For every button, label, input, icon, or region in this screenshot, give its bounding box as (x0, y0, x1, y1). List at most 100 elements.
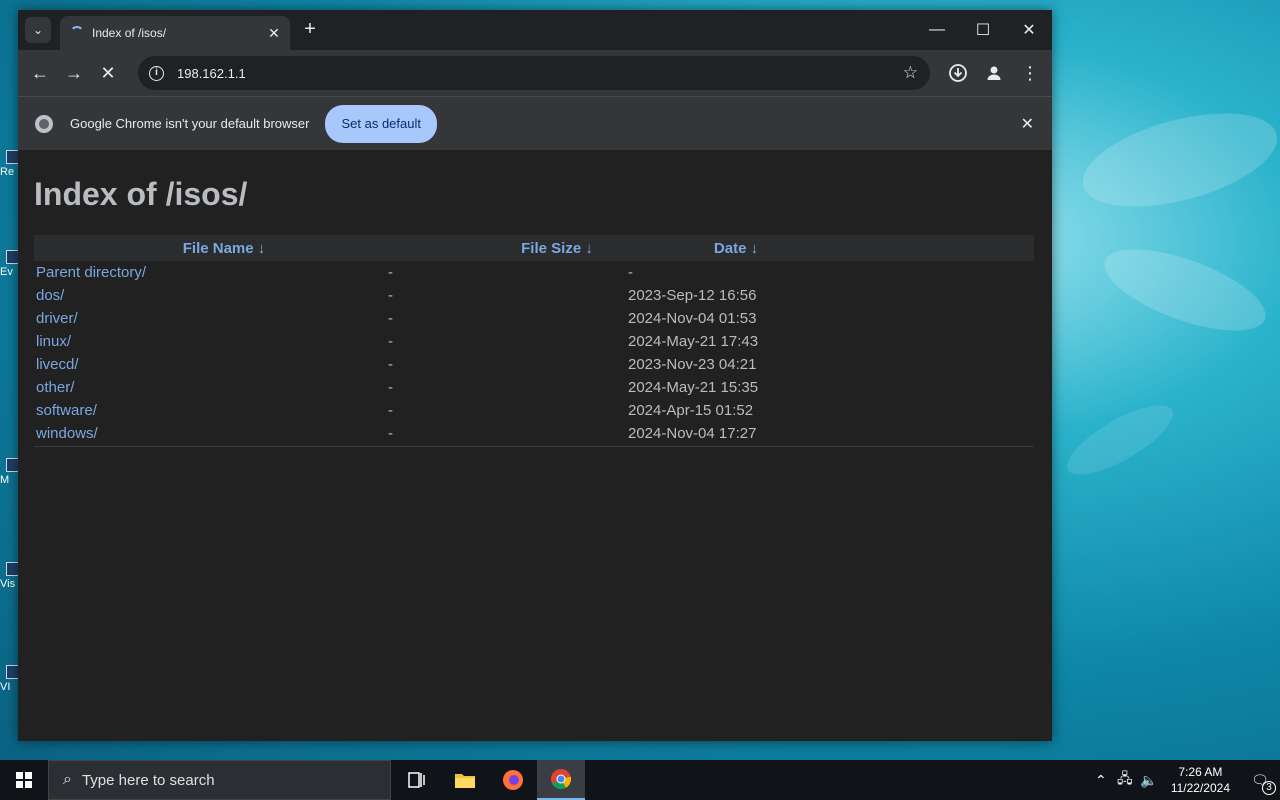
file-date: 2024-May-21 15:35 (628, 379, 759, 396)
table-row: linux/ - 2024-May-21 17:43 (34, 330, 1034, 353)
clock-time: 7:26 AM (1178, 765, 1223, 779)
bookmark-star-icon[interactable]: ☆ (903, 63, 918, 83)
folder-icon (455, 774, 475, 788)
site-info-icon[interactable]: i (149, 65, 164, 81)
table-row: Parent directory/ - - (34, 261, 1034, 284)
file-date: 2024-Nov-04 17:27 (628, 425, 757, 442)
tab-close-icon[interactable]: ✕ (264, 25, 284, 42)
maximize-button[interactable]: ☐ (960, 10, 1006, 50)
new-tab-button[interactable]: + (298, 18, 322, 42)
table-divider (34, 446, 1034, 447)
file-date: 2023-Sep-12 16:56 (628, 287, 757, 304)
infobar-close-icon[interactable]: ✕ (1021, 114, 1034, 134)
person-icon (987, 66, 1001, 80)
start-button[interactable] (0, 760, 48, 800)
file-link[interactable]: linux/ (34, 333, 386, 350)
tab-search-button[interactable]: ⌄ (25, 17, 51, 43)
file-link[interactable]: software/ (34, 402, 386, 419)
close-window-button[interactable]: ✕ (1006, 10, 1052, 50)
windows-logo-icon (16, 772, 32, 788)
table-row: driver/ - 2024-Nov-04 01:53 (34, 307, 1034, 330)
page-content: Index of /isos/ File Name ↓ File Size ↓ … (18, 150, 1052, 741)
file-size: - (388, 402, 393, 419)
browser-toolbar: ← → ✕ i 198.162.1.1 ☆ ⋮ (18, 50, 1052, 96)
title-bar: ⌄ Index of /isos/ ✕ + — ☐ ✕ (18, 10, 1052, 50)
table-row: livecd/ - 2023-Nov-23 04:21 (34, 353, 1034, 376)
file-link[interactable]: driver/ (34, 310, 386, 327)
set-default-button[interactable]: Set as default (325, 104, 437, 143)
clock[interactable]: 7:26 AM 11/22/2024 (1161, 764, 1240, 796)
file-date: 2024-Apr-15 01:52 (628, 402, 754, 419)
file-size: - (388, 287, 393, 304)
more-vert-icon: ⋮ (1021, 62, 1039, 83)
maximize-icon: ☐ (975, 22, 991, 39)
file-date: 2024-Nov-04 01:53 (628, 310, 757, 327)
column-header-date[interactable]: Date ↓ (628, 240, 1034, 257)
profile-button[interactable] (980, 59, 1008, 87)
search-icon: ⌕ (63, 771, 72, 788)
menu-button[interactable]: ⋮ (1016, 59, 1044, 87)
minimize-button[interactable]: — (914, 10, 960, 50)
search-placeholder: Type here to search (81, 771, 215, 789)
file-listing-table: File Name ↓ File Size ↓ Date ↓ Parent di… (34, 235, 1034, 447)
file-date: 2023-Nov-23 04:21 (628, 356, 757, 373)
file-size: - (388, 264, 393, 281)
minimize-icon: — (929, 21, 945, 38)
address-bar[interactable]: i 198.162.1.1 ☆ (138, 56, 930, 90)
file-link[interactable]: dos/ (34, 287, 386, 304)
downloads-button[interactable] (944, 59, 972, 87)
url-text[interactable]: 198.162.1.1 (177, 66, 903, 81)
system-tray: ⌃ 🖧 🔈 7:26 AM 11/22/2024 🗨 3 (1089, 760, 1280, 800)
firefox-icon (503, 770, 523, 790)
column-header-file-name[interactable]: File Name ↓ (34, 240, 386, 257)
loading-spinner-icon (70, 26, 84, 40)
file-size: - (388, 310, 393, 327)
task-view-button[interactable] (393, 760, 441, 800)
forward-button[interactable]: → (57, 56, 91, 90)
file-size: - (388, 356, 393, 373)
plus-icon: + (304, 18, 316, 40)
file-link[interactable]: Parent directory/ (34, 264, 386, 281)
arrow-right-icon: → (65, 62, 83, 83)
tab-title: Index of /isos/ (92, 26, 167, 40)
arrow-left-icon: ← (31, 62, 49, 83)
taskbar-search-box[interactable]: ⌕ Type here to search (48, 760, 391, 800)
back-button[interactable]: ← (23, 56, 57, 90)
chrome-icon (35, 114, 53, 133)
infobar-message: Google Chrome isn't your default browser (70, 116, 310, 131)
browser-tab[interactable]: Index of /isos/ ✕ (60, 16, 290, 50)
file-explorer-button[interactable] (441, 760, 489, 800)
chevron-up-icon[interactable]: ⌃ (1089, 772, 1113, 789)
table-header: File Name ↓ File Size ↓ Date ↓ (34, 235, 1034, 261)
volume-icon[interactable]: 🔈 (1137, 772, 1161, 789)
file-link[interactable]: windows/ (34, 425, 386, 442)
chrome-icon (551, 769, 572, 790)
firefox-button[interactable] (489, 760, 537, 800)
network-icon[interactable]: 🖧 (1113, 768, 1137, 792)
desktop-icon-recycle-bin[interactable]: Re (0, 150, 20, 178)
table-row: windows/ - 2024-Nov-04 17:27 (34, 422, 1034, 445)
default-browser-infobar: Google Chrome isn't your default browser… (18, 96, 1052, 150)
stop-loading-button[interactable]: ✕ (91, 56, 125, 90)
desktop-icon-m[interactable]: M (0, 458, 20, 486)
file-size: - (388, 333, 393, 350)
desktop-icon-vis[interactable]: Vis (0, 562, 20, 590)
column-header-file-size[interactable]: File Size ↓ (386, 240, 628, 257)
file-date: 2024-May-21 17:43 (628, 333, 759, 350)
desktop-icon-vl[interactable]: VI (0, 665, 20, 693)
download-icon (949, 64, 967, 82)
clock-date: 11/22/2024 (1170, 781, 1230, 795)
page-title: Index of /isos/ (34, 176, 248, 212)
table-row: other/ - 2024-May-21 15:35 (34, 376, 1034, 399)
browser-window: ⌄ Index of /isos/ ✕ + — ☐ ✕ ← → ✕ i 198.… (18, 10, 1052, 741)
file-date: - (628, 264, 633, 281)
file-link[interactable]: livecd/ (34, 356, 386, 373)
chrome-taskbar-button[interactable] (537, 760, 585, 800)
notification-center-button[interactable]: 🗨 3 (1240, 772, 1280, 795)
desktop-icon-ev[interactable]: Ev (0, 250, 20, 278)
task-view-icon (408, 772, 425, 788)
table-row: software/ - 2024-Apr-15 01:52 (34, 399, 1034, 422)
file-link[interactable]: other/ (34, 379, 386, 396)
chevron-down-icon: ⌄ (32, 23, 44, 37)
file-size: - (388, 379, 393, 396)
